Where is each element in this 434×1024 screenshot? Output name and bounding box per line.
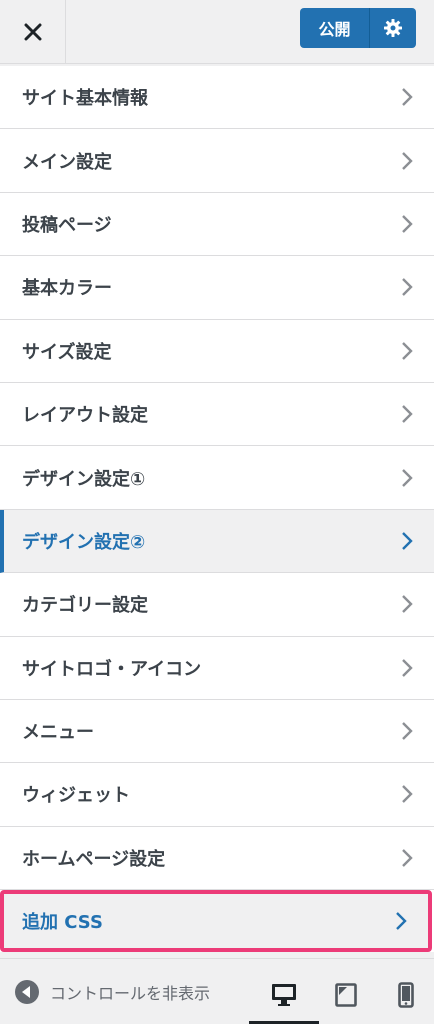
section-site-logo-icon[interactable]: サイトロゴ・アイコン (0, 636, 434, 700)
chevron-right-icon (402, 595, 413, 614)
section-label: メイン設定 (22, 151, 112, 173)
section-size-settings[interactable]: サイズ設定 (0, 319, 434, 383)
chevron-right-icon (402, 151, 413, 170)
preview-tablet-button[interactable] (328, 977, 364, 1013)
section-label: サイト基本情報 (22, 88, 148, 110)
arrow-left-circle-icon (15, 980, 39, 1004)
section-label: メニュー (22, 722, 94, 744)
section-menus[interactable]: メニュー (0, 699, 434, 764)
section-homepage-settings[interactable]: ホームページ設定 (0, 826, 434, 891)
section-design-settings-1[interactable]: デザイン設定① (0, 446, 434, 510)
section-category-settings[interactable]: カテゴリー設定 (0, 573, 434, 637)
customizer-header: 公開 (0, 0, 434, 64)
section-additional-css[interactable]: 追加 CSS (0, 890, 432, 953)
chevron-right-icon (402, 88, 413, 107)
section-label: デザイン設定② (22, 531, 146, 553)
close-button[interactable] (0, 0, 66, 64)
chevron-right-icon (402, 785, 413, 804)
chevron-right-icon (402, 405, 413, 423)
preview-desktop-button[interactable] (249, 977, 319, 1024)
section-label: サイズ設定 (22, 341, 112, 363)
chevron-right-icon (402, 658, 413, 677)
section-label: カテゴリー設定 (22, 595, 148, 617)
section-label: 基本カラー (22, 278, 112, 300)
section-label: サイトロゴ・アイコン (22, 658, 202, 680)
customizer-footer: コントロールを非表示 (0, 958, 434, 1024)
section-layout-settings[interactable]: レイアウト設定 (0, 382, 434, 447)
customizer-panel-list: サイト基本情報 メイン設定 投稿ページ 基本カラー サイズ設定 レイアウト設定 … (0, 66, 434, 953)
section-label: レイアウト設定 (22, 405, 148, 427)
tablet-icon (335, 983, 357, 1007)
chevron-right-icon (396, 912, 407, 930)
preview-mobile-button[interactable] (388, 977, 424, 1013)
section-label: 追加 CSS (22, 912, 103, 934)
chevron-right-icon (402, 278, 413, 297)
section-widgets[interactable]: ウィジェット (0, 763, 434, 827)
section-label: ホームページ設定 (22, 848, 166, 870)
close-icon (24, 23, 41, 41)
collapse-sidebar-button[interactable]: コントロールを非表示 (14, 979, 240, 1005)
collapse-label: コントロールを非表示 (50, 984, 211, 1003)
chevron-right-icon (402, 532, 413, 550)
section-design-settings-2[interactable]: デザイン設定② (0, 509, 434, 574)
chevron-right-icon (402, 341, 413, 360)
chevron-right-icon (402, 722, 413, 740)
section-label: デザイン設定① (22, 468, 146, 490)
mobile-icon (398, 982, 414, 1008)
section-main-settings[interactable]: メイン設定 (0, 129, 434, 193)
chevron-right-icon (402, 468, 413, 487)
section-post-page[interactable]: 投稿ページ (0, 192, 434, 257)
section-basic-color[interactable]: 基本カラー (0, 256, 434, 320)
section-site-identity[interactable]: サイト基本情報 (0, 66, 434, 130)
section-label: 投稿ページ (22, 214, 112, 236)
section-label: ウィジェット (22, 785, 130, 807)
chevron-right-icon (402, 849, 413, 867)
publish-settings-button[interactable] (370, 8, 416, 48)
desktop-icon (272, 984, 296, 1006)
publish-button[interactable]: 公開 (300, 8, 370, 48)
publish-button-group: 公開 (300, 8, 416, 48)
gear-icon (384, 19, 402, 37)
chevron-right-icon (402, 215, 413, 233)
